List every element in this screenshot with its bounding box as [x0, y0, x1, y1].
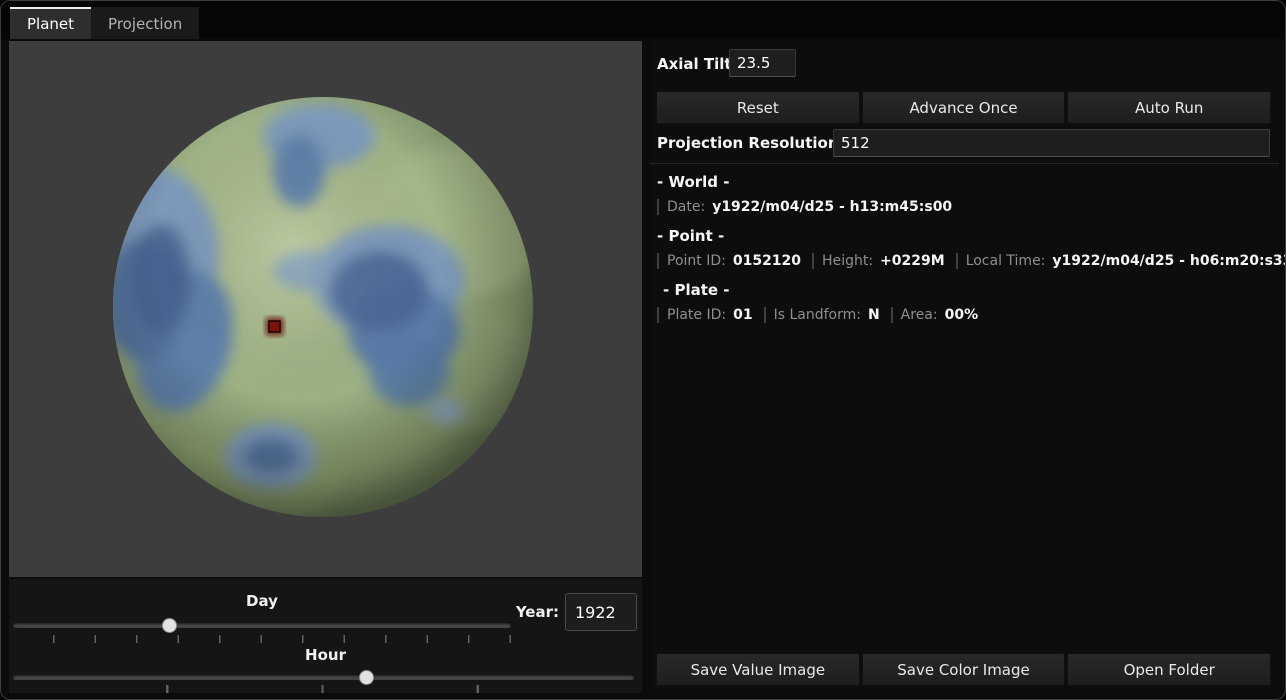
height-label: Height: [822, 253, 873, 269]
local-time-label: Local Time: [966, 253, 1046, 269]
projection-resolution-label: Projection Resolution: [657, 134, 845, 152]
hour-slider[interactable] [13, 669, 634, 686]
day-slider-handle[interactable] [162, 618, 177, 633]
projection-resolution-input[interactable] [833, 129, 1270, 157]
auto-run-button[interactable]: Auto Run [1067, 91, 1271, 124]
date-label: Date: [667, 199, 705, 215]
is-landform-segment: Is Landform: N [764, 307, 880, 323]
local-time-segment: Local Time: y1922/m04/d25 - h06:m20:s33 [956, 253, 1286, 269]
area-segment: Area: 00% [891, 307, 978, 323]
height-segment: Height: +0229M [812, 253, 945, 269]
tab-bar: Planet Projection [1, 1, 1285, 39]
hour-slider-handle[interactable] [359, 670, 374, 685]
app-window: Planet Projection [0, 0, 1286, 700]
file-actions-row: Save Value Image Save Color Image Open F… [656, 653, 1271, 686]
year-label: Year: [504, 603, 559, 621]
area-value: 00% [945, 307, 979, 323]
hour-slider-track[interactable] [13, 675, 634, 680]
control-panel: Axial Tilt Reset Advance Once Auto Run P… [650, 41, 1279, 694]
tab-projection[interactable]: Projection [91, 7, 199, 39]
save-value-image-button[interactable]: Save Value Image [656, 653, 860, 686]
open-folder-button[interactable]: Open Folder [1067, 653, 1271, 686]
height-value: +0229M [880, 253, 945, 269]
panel-separator [650, 163, 1279, 164]
day-slider-track[interactable] [13, 623, 511, 628]
point-id-label: Point ID: [667, 253, 726, 269]
simulation-actions-row: Reset Advance Once Auto Run [656, 91, 1271, 124]
date-value: y1922/m04/d25 - h13:m45:s00 [712, 199, 952, 215]
hour-slider-ticks [13, 685, 630, 693]
point-id-value: 0152120 [733, 253, 801, 269]
local-time-value: y1922/m04/d25 - h06:m20:s33 [1052, 253, 1286, 269]
day-slider[interactable] [13, 617, 511, 634]
point-section-header: - Point - [657, 227, 724, 245]
is-landform-label: Is Landform: [774, 307, 861, 323]
year-input[interactable] [565, 593, 637, 631]
plate-id-segment: Plate ID: 01 [657, 307, 753, 323]
planet-viewport[interactable] [9, 41, 642, 577]
hour-slider-label: Hour [9, 646, 642, 664]
advance-once-button[interactable]: Advance Once [862, 91, 1066, 124]
day-slider-ticks [13, 635, 511, 643]
axial-tilt-label: Axial Tilt [657, 55, 732, 73]
world-info-row: Date: y1922/m04/d25 - h13:m45:s00 [657, 199, 963, 215]
point-info-row: Point ID: 0152120 Height: +0229M Local T… [657, 253, 1286, 269]
reset-button[interactable]: Reset [656, 91, 860, 124]
plate-section-header: - Plate - [663, 281, 730, 299]
is-landform-value: N [868, 307, 880, 323]
save-color-image-button[interactable]: Save Color Image [862, 653, 1066, 686]
planet-render [9, 41, 642, 577]
plate-id-label: Plate ID: [667, 307, 726, 323]
date-segment: Date: y1922/m04/d25 - h13:m45:s00 [657, 199, 952, 215]
axial-tilt-input[interactable] [729, 49, 796, 77]
time-controls: Day Year: Hour [9, 579, 642, 693]
day-slider-label: Day [9, 592, 515, 610]
tab-planet[interactable]: Planet [10, 7, 91, 39]
plate-info-row: Plate ID: 01 Is Landform: N Area: 00% [657, 307, 989, 323]
point-id-segment: Point ID: 0152120 [657, 253, 801, 269]
area-label: Area: [901, 307, 938, 323]
world-section-header: - World - [657, 173, 730, 191]
sphere-shading [113, 97, 533, 517]
plate-id-value: 01 [733, 307, 752, 323]
